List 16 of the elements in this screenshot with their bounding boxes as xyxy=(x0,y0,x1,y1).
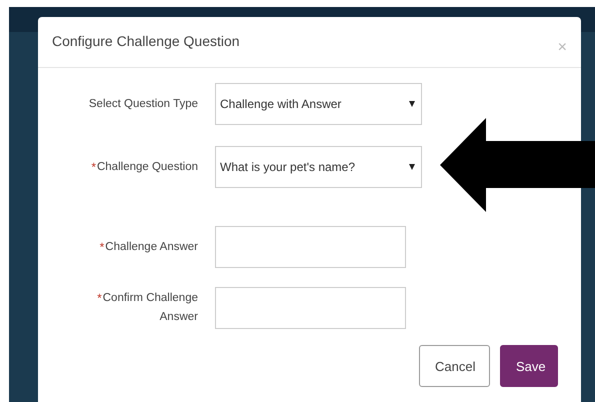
dropdown[interactable]: What is your pet's name? xyxy=(215,146,422,188)
dropdown[interactable]: Challenge with Answer xyxy=(215,83,422,125)
input-field[interactable] xyxy=(215,287,406,329)
field-label: Challenge Answer xyxy=(105,240,198,252)
caret-icon xyxy=(409,164,415,170)
required-mark: * xyxy=(97,291,102,305)
required-mark: * xyxy=(91,160,96,174)
cancel-button[interactable]: Cancel xyxy=(419,345,490,387)
input-field[interactable] xyxy=(215,226,406,268)
required-mark: * xyxy=(100,240,104,254)
save-button[interactable]: Save xyxy=(500,345,558,387)
field-label: Confirm Challenge Answer xyxy=(102,292,198,323)
dialog-title: Configure Challenge Question xyxy=(52,33,240,49)
caret-icon xyxy=(409,101,415,107)
field-label: Select Question Type xyxy=(88,98,198,110)
field-label: Challenge Question xyxy=(96,160,198,172)
